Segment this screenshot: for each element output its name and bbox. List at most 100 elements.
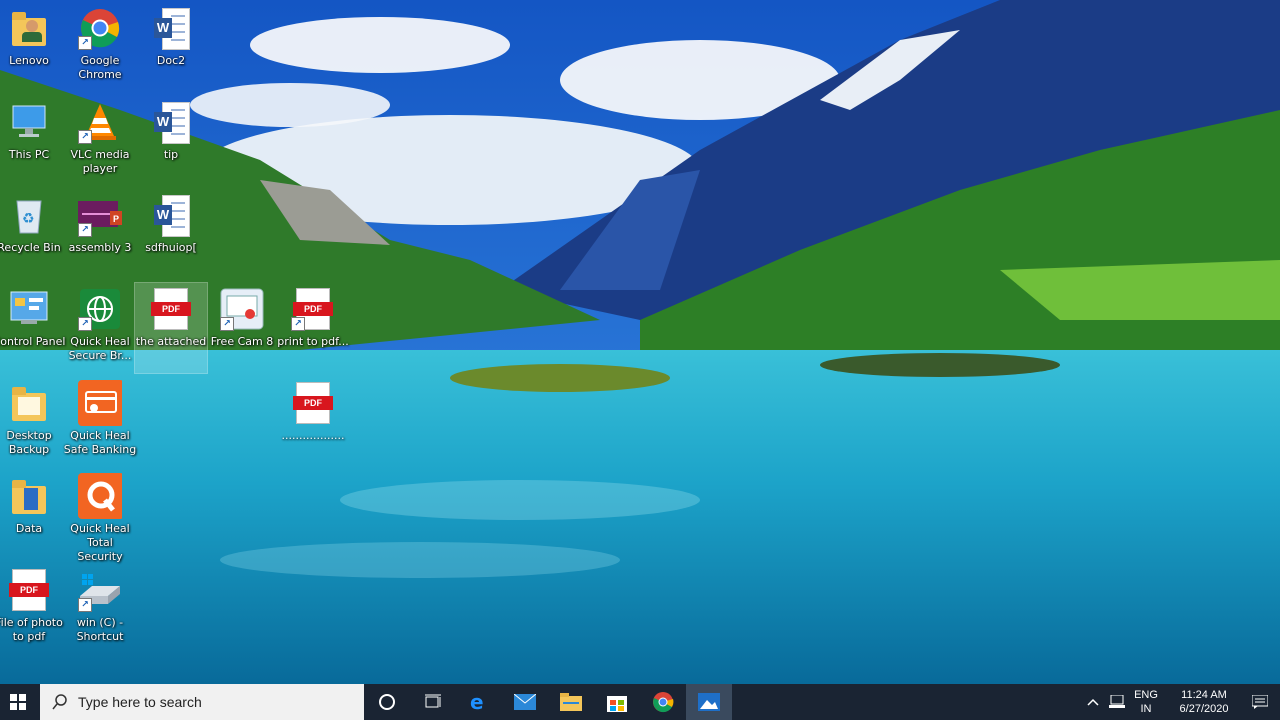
shortcut-arrow-icon: ↗ [78, 36, 92, 50]
desktop-icon-doc2[interactable]: W Doc2 [135, 2, 207, 92]
svg-text:P: P [113, 214, 119, 224]
cortana-button[interactable] [364, 684, 410, 720]
desktop-icon-label: assembly 3 [68, 241, 132, 254]
word-document-icon: W [154, 195, 190, 237]
clock-time: 11:24 AM [1181, 689, 1227, 701]
desktop-icon-label: Google Chrome [78, 54, 122, 81]
task-view-button[interactable] [410, 684, 456, 720]
word-badge: W [154, 18, 172, 38]
desktop-icon-image [7, 381, 51, 425]
edge-icon: e [470, 691, 484, 713]
desktop-icon-image: ↗ [78, 100, 122, 144]
desktop-icon-label: Recycle Bin [0, 241, 61, 254]
desktop-icon-image: W [149, 100, 193, 144]
tray-chevron-icon [1087, 698, 1099, 706]
desktop-icon-quick-heal-total-security[interactable]: Quick Heal Total Security [64, 470, 136, 563]
quick-heal-icon [78, 473, 122, 519]
shortcut-arrow-icon: ↗ [220, 317, 234, 331]
desktop-icon-label: Doc2 [156, 54, 186, 67]
svg-text:♻: ♻ [22, 211, 35, 227]
desktop-icon-image: P ↗ [78, 193, 122, 237]
desktop-icon-image: ↗ [220, 287, 264, 331]
pdf-file-icon: PDF [151, 288, 191, 330]
store-button[interactable] [594, 684, 640, 720]
mail-icon [514, 694, 536, 710]
search-box[interactable]: Type here to search [40, 684, 364, 720]
language-indicator[interactable]: ENG IN [1130, 688, 1162, 716]
desktop-icon-sdfhuiop[interactable]: Wsdfhuiop[ [135, 189, 207, 279]
desktop-icon-assembly-3[interactable]: P ↗ assembly 3 [64, 189, 136, 279]
desktop-icon-image: PDF ↗ [291, 287, 335, 331]
word-badge: W [154, 205, 172, 225]
desktop-icon-image: ↗ [78, 287, 122, 331]
photos-icon [698, 693, 720, 711]
action-center-button[interactable] [1240, 684, 1280, 720]
desktop-icon-this-pc[interactable]: This PC [0, 96, 65, 186]
desktop-icon-label: .................. [281, 429, 345, 442]
tray-chevron[interactable] [1082, 684, 1104, 720]
photos-button[interactable] [686, 684, 732, 720]
computer-icon [12, 105, 46, 137]
recycle-bin-icon: ♻ [16, 200, 42, 234]
task-view-icon [425, 694, 441, 708]
desktop-icon-label: Control Panel [0, 335, 66, 348]
network-status[interactable] [1104, 684, 1130, 720]
desktop-icon-[interactable]: PDF.................. [277, 377, 349, 467]
desktop-icon-recycle-bin[interactable]: ♻ Recycle Bin [0, 189, 65, 279]
desktop-icon-label: Free Cam 8 [210, 335, 274, 348]
clock-date: 6/27/2020 [1179, 703, 1229, 715]
desktop-icon-win-c-shortcut[interactable]: ↗ win (C) - Shortcut [64, 564, 136, 654]
desktop-icon-label: VLC media player [70, 148, 130, 175]
desktop-icon-label: This PC [8, 148, 50, 161]
desktop-icon-vlc-media-player[interactable]: ↗ VLC media player [64, 96, 136, 186]
desktop-icon-image: ↗ [78, 568, 122, 612]
desktop-icon-label: File of photo to pdf [0, 616, 63, 643]
desktop-icon-tip[interactable]: Wtip [135, 96, 207, 186]
user-folder-icon [12, 12, 46, 46]
desktop-icon-image [7, 100, 51, 144]
pdf-badge: PDF [293, 302, 333, 316]
desktop-icon-print-to-pdf[interactable]: PDF ↗ print to pdf... [277, 283, 349, 373]
desktop-icon-data[interactable]: Data [0, 470, 65, 560]
mail-button[interactable] [502, 684, 548, 720]
desktop-icon-quick-heal-secure-br[interactable]: ↗ Quick Heal Secure Br... [64, 283, 136, 373]
desktop-icon-label: Quick Heal Safe Banking [63, 429, 137, 456]
network-icon [1109, 695, 1125, 708]
desktop-icon-image: PDF [149, 287, 193, 331]
language-primary: ENG [1134, 689, 1158, 701]
word-document-icon: W [154, 8, 190, 50]
pdf-badge: PDF [9, 583, 49, 597]
desktop-icon-image [78, 473, 122, 519]
desktop-icon-image: PDF [291, 381, 335, 425]
shortcut-arrow-icon: ↗ [78, 598, 92, 612]
cortana-icon [379, 694, 395, 710]
chrome-taskbar-button[interactable] [640, 684, 686, 720]
pdf-badge: PDF [151, 302, 191, 316]
desktop-icon-control-panel[interactable]: Control Panel [0, 283, 65, 373]
pdf-file-icon: PDF [293, 382, 333, 424]
word-document-icon: W [154, 102, 190, 144]
desktop-icon-free-cam-8[interactable]: ↗ Free Cam 8 [206, 283, 278, 373]
shortcut-arrow-icon: ↗ [291, 317, 305, 331]
desktop-icon-desktop-backup[interactable]: Desktop Backup [0, 377, 65, 467]
svg-text:e: e [470, 691, 484, 713]
desktop-icon-image: W [149, 193, 193, 237]
pdf-badge: PDF [293, 396, 333, 410]
desktop-icon-the-attached[interactable]: PDF the attached [134, 282, 208, 374]
desktop-icon-lenovo[interactable]: Lenovo [0, 2, 65, 92]
desktop-icon-google-chrome[interactable]: ↗ Google Chrome [64, 2, 136, 92]
desktop-icon-label: Quick Heal Secure Br... [68, 335, 132, 362]
shortcut-arrow-icon: ↗ [78, 130, 92, 144]
windows-start-icon [10, 694, 26, 710]
clock[interactable]: 11:24 AM 6/27/2020 [1168, 688, 1240, 716]
windows-start-button[interactable] [0, 684, 36, 720]
desktop-icon-label: Data [15, 522, 43, 535]
desktop-icon-file-of-photo-to-pdf[interactable]: PDF File of photo to pdf [0, 564, 65, 654]
notification-icon [1252, 695, 1268, 709]
desktop-icon-label: win (C) - Shortcut [76, 616, 124, 643]
desktop-icon-quick-heal-safe-banking[interactable]: Quick Heal Safe Banking [64, 377, 136, 467]
edge-button[interactable]: e [456, 684, 502, 720]
file-explorer-button[interactable] [548, 684, 594, 720]
desktop-icon-label: Quick Heal Total Security [70, 522, 130, 563]
desktop-icon-label: tip [163, 148, 179, 161]
